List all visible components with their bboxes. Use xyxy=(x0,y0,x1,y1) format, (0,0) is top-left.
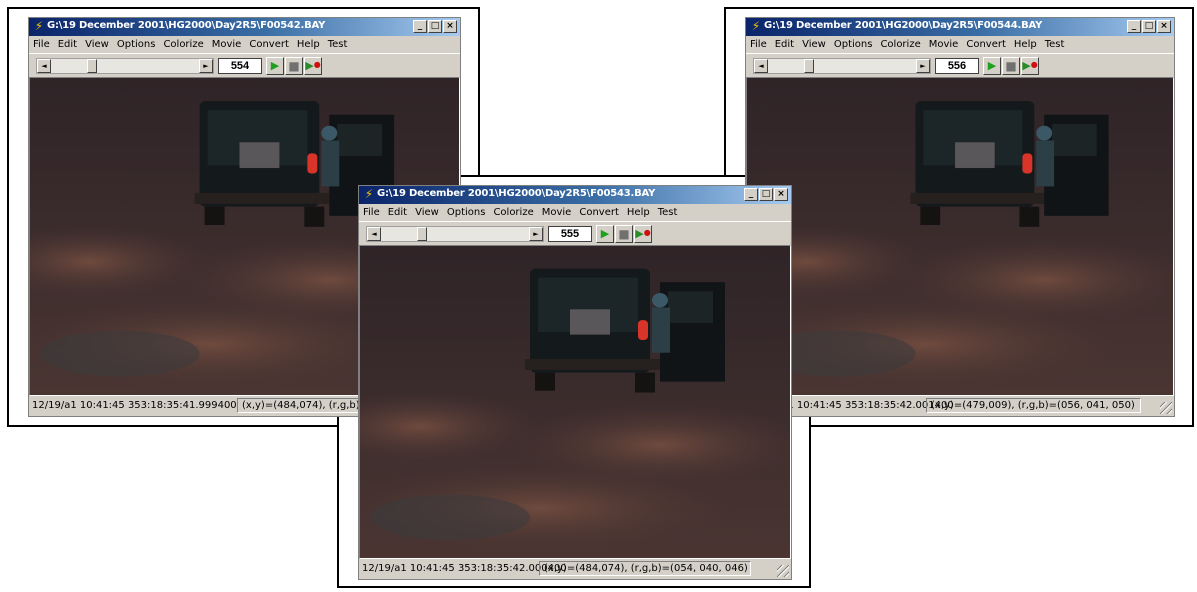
menu-convert[interactable]: Convert xyxy=(575,204,623,218)
scroll-right-arrow-icon[interactable]: ► xyxy=(916,59,930,73)
stop-icon[interactable]: ■ xyxy=(285,57,303,75)
status-pixel-info: (x,y)=(484,074), (r,g,b)=(054, 040, 046) xyxy=(539,561,751,576)
menu-test[interactable]: Test xyxy=(324,36,352,50)
maximize-button[interactable]: □ xyxy=(1142,20,1156,33)
toolbar: ◄ ► 555 ▶ ■ ▶● xyxy=(359,221,791,247)
menu-view[interactable]: View xyxy=(411,204,443,218)
minimize-button[interactable]: _ xyxy=(744,188,758,201)
menu-options[interactable]: Options xyxy=(443,204,490,218)
window-title: G:\19 December 2001\HG2000\Day2R5\F00542… xyxy=(47,20,326,31)
scroll-left-arrow-icon[interactable]: ◄ xyxy=(754,59,768,73)
menu-convert[interactable]: Convert xyxy=(245,36,293,50)
resize-grip-icon[interactable] xyxy=(1160,402,1172,414)
menu-movie[interactable]: Movie xyxy=(208,36,246,50)
menu-colorize[interactable]: Colorize xyxy=(876,36,924,50)
frame-scrollbar[interactable]: ◄ ► xyxy=(753,58,931,74)
toolbar: ◄ ► 554 ▶ ■ ▶● xyxy=(29,53,460,79)
toolbar: ◄ ► 556 ▶ ■ ▶● xyxy=(746,53,1174,79)
window-title: G:\19 December 2001\HG2000\Day2R5\F00543… xyxy=(377,188,656,199)
menu-colorize[interactable]: Colorize xyxy=(489,204,537,218)
video-frame-view[interactable] xyxy=(359,245,791,559)
menu-help[interactable]: Help xyxy=(623,204,654,218)
menu-edit[interactable]: Edit xyxy=(54,36,81,50)
frame-number-field[interactable]: 554 xyxy=(218,58,262,74)
maximize-button[interactable]: □ xyxy=(759,188,773,201)
app-lightning-icon: ⚡ xyxy=(364,187,374,201)
menu-bar: File Edit View Options Colorize Movie Convert H… xyxy=(359,204,791,221)
scroll-thumb[interactable] xyxy=(804,59,814,73)
frame-scrollbar[interactable]: ◄ ► xyxy=(36,58,214,74)
resize-grip-icon[interactable] xyxy=(777,565,789,577)
menu-file[interactable]: File xyxy=(746,36,771,50)
frame-scrollbar[interactable]: ◄ ► xyxy=(366,226,544,242)
menu-file[interactable]: File xyxy=(29,36,54,50)
menu-convert[interactable]: Convert xyxy=(962,36,1010,50)
scroll-thumb[interactable] xyxy=(87,59,97,73)
menu-help[interactable]: Help xyxy=(293,36,324,50)
video-frame-image xyxy=(747,78,1173,395)
scroll-right-arrow-icon[interactable]: ► xyxy=(199,59,213,73)
stop-icon[interactable]: ■ xyxy=(615,225,633,243)
play-icon[interactable]: ▶ xyxy=(983,57,1001,75)
menu-movie[interactable]: Movie xyxy=(925,36,963,50)
frame-number-field[interactable]: 556 xyxy=(935,58,979,74)
scroll-left-arrow-icon[interactable]: ◄ xyxy=(37,59,51,73)
video-frame-image xyxy=(360,246,790,558)
record-play-icon[interactable]: ▶● xyxy=(304,57,322,75)
menu-colorize[interactable]: Colorize xyxy=(159,36,207,50)
scroll-right-arrow-icon[interactable]: ► xyxy=(529,227,543,241)
menu-options[interactable]: Options xyxy=(830,36,877,50)
record-play-icon[interactable]: ▶● xyxy=(1021,57,1039,75)
menu-options[interactable]: Options xyxy=(113,36,160,50)
menu-edit[interactable]: Edit xyxy=(384,204,411,218)
menu-bar: File Edit View Options Colorize Movie Convert H… xyxy=(746,36,1174,53)
menu-edit[interactable]: Edit xyxy=(771,36,798,50)
title-bar[interactable]: ⚡ G:\19 December 2001\HG2000\Day2R5\F005… xyxy=(359,186,791,204)
play-icon[interactable]: ▶ xyxy=(596,225,614,243)
scroll-thumb[interactable] xyxy=(417,227,427,241)
play-icon[interactable]: ▶ xyxy=(266,57,284,75)
maximize-button[interactable]: □ xyxy=(428,20,442,33)
menu-movie[interactable]: Movie xyxy=(538,204,576,218)
minimize-button[interactable]: _ xyxy=(1127,20,1141,33)
menu-bar: File Edit View Options Colorize Movie Convert H… xyxy=(29,36,460,53)
close-button[interactable]: × xyxy=(774,188,788,201)
status-bar: 12/19/a1 10:41:45 353:18:35:42.001400 (x… xyxy=(746,396,1174,416)
menu-test[interactable]: Test xyxy=(1041,36,1069,50)
app-lightning-icon: ⚡ xyxy=(751,19,761,33)
status-bar: 12/19/a1 10:41:45 353:18:35:42.000400 (x… xyxy=(359,559,791,579)
stop-icon[interactable]: ■ xyxy=(1002,57,1020,75)
menu-file[interactable]: File xyxy=(359,204,384,218)
status-timestamp: 12/19/a1 10:41:45 353:18:35:41.999400 xyxy=(32,400,237,411)
title-bar[interactable]: ⚡ G:\19 December 2001\HG2000\Day2R5\F005… xyxy=(746,18,1174,36)
window-title: G:\19 December 2001\HG2000\Day2R5\F00544… xyxy=(764,20,1043,31)
status-pixel-info: (x,y)=(479,009), (r,g,b)=(056, 041, 050) xyxy=(926,398,1141,413)
menu-view[interactable]: View xyxy=(81,36,113,50)
menu-help[interactable]: Help xyxy=(1010,36,1041,50)
minimize-button[interactable]: _ xyxy=(413,20,427,33)
close-button[interactable]: × xyxy=(1157,20,1171,33)
viewer-window-center: ⚡ G:\19 December 2001\HG2000\Day2R5\F005… xyxy=(358,185,792,580)
frame-number-field[interactable]: 555 xyxy=(548,226,592,242)
title-bar[interactable]: ⚡ G:\19 December 2001\HG2000\Day2R5\F005… xyxy=(29,18,460,36)
app-lightning-icon: ⚡ xyxy=(34,19,44,33)
close-button[interactable]: × xyxy=(443,20,457,33)
viewer-window-right: ⚡ G:\19 December 2001\HG2000\Day2R5\F005… xyxy=(745,17,1175,417)
menu-view[interactable]: View xyxy=(798,36,830,50)
record-play-icon[interactable]: ▶● xyxy=(634,225,652,243)
menu-test[interactable]: Test xyxy=(654,204,682,218)
video-frame-view[interactable] xyxy=(746,77,1174,396)
scroll-left-arrow-icon[interactable]: ◄ xyxy=(367,227,381,241)
status-timestamp: 12/19/a1 10:41:45 353:18:35:42.000400 xyxy=(362,563,567,574)
